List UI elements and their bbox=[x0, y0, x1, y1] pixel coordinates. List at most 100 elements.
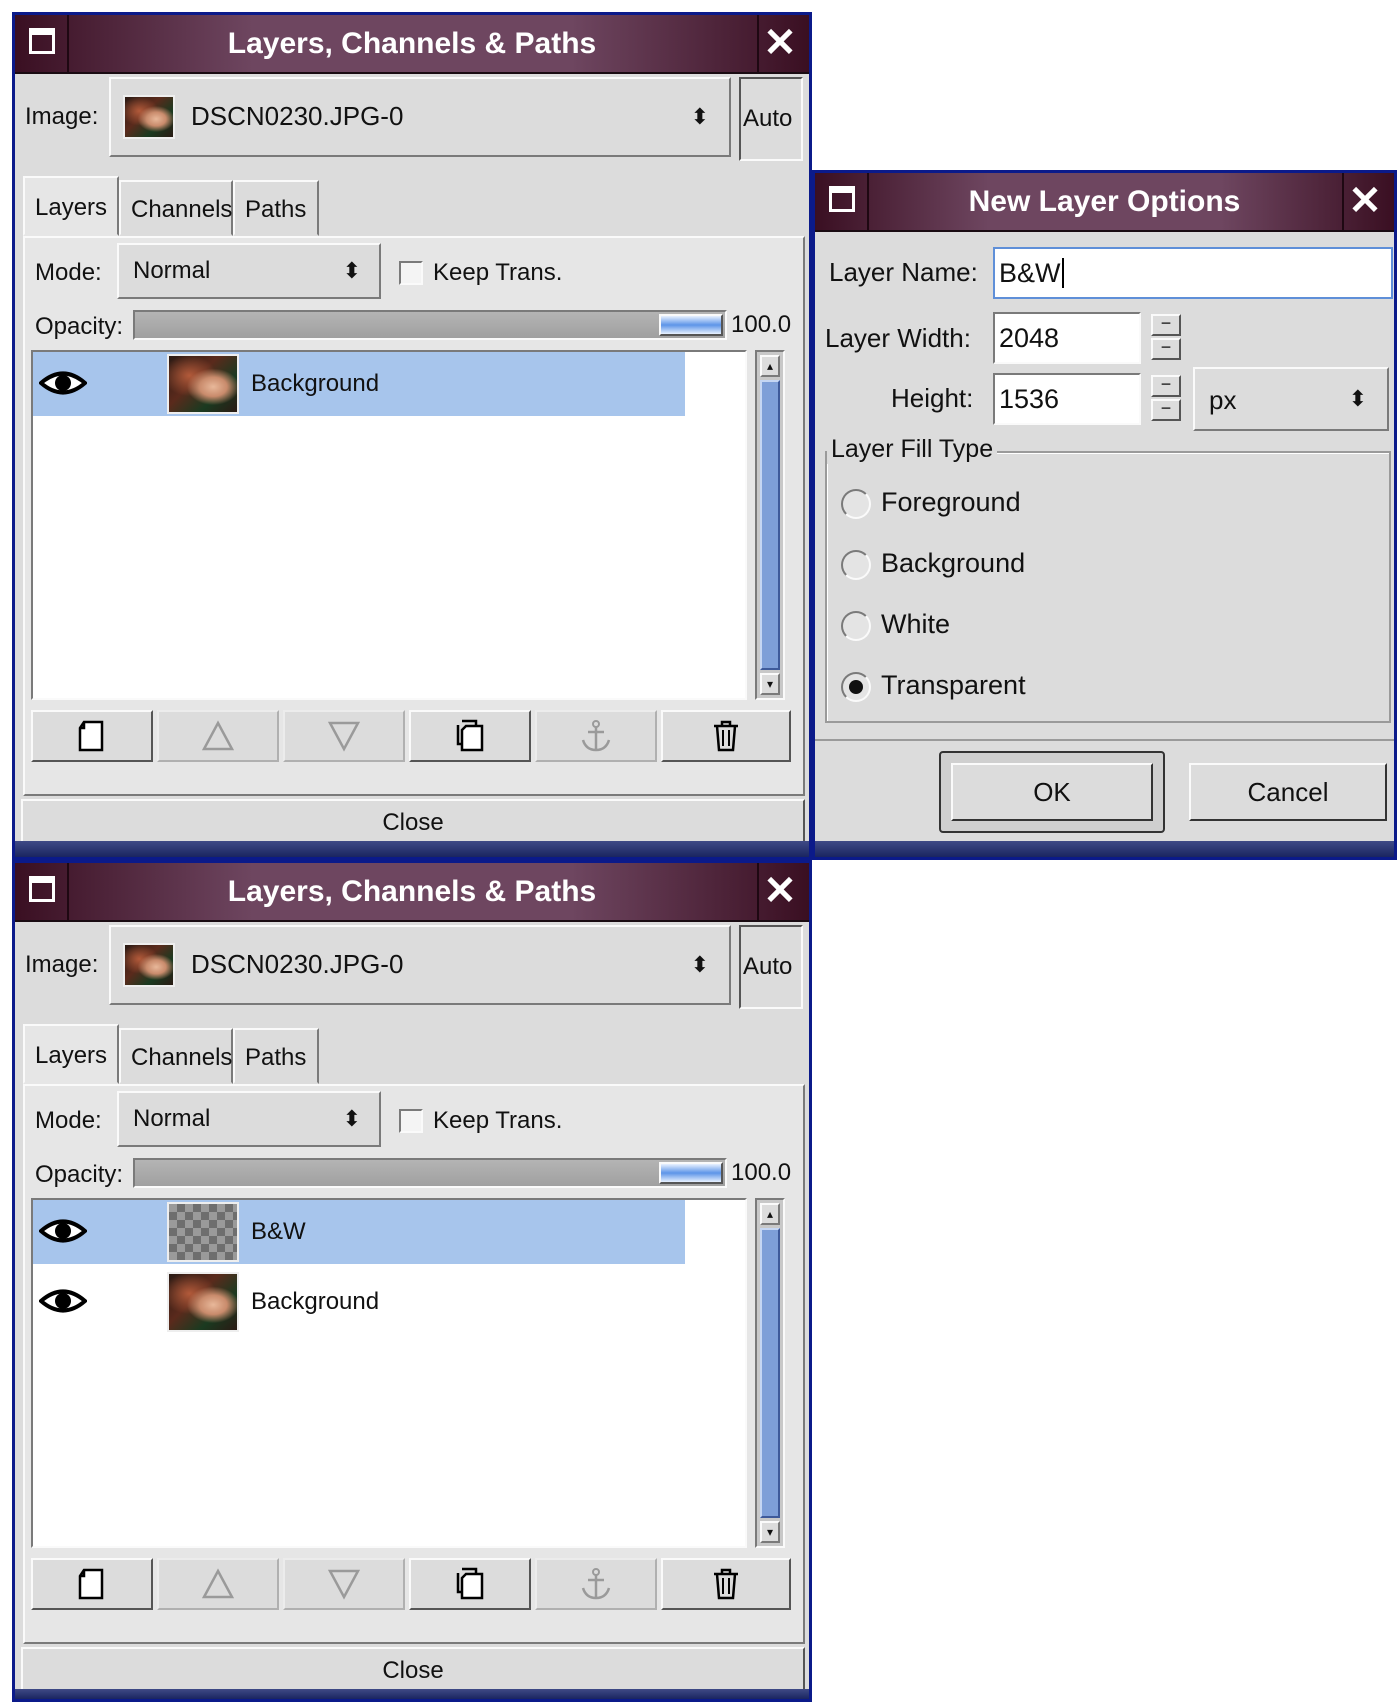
layer-row[interactable]: B&W bbox=[33, 1200, 685, 1264]
keep-trans-checkbox[interactable] bbox=[399, 1109, 423, 1133]
tab-paths[interactable]: Paths bbox=[233, 1028, 319, 1084]
radio-foreground[interactable] bbox=[841, 489, 871, 519]
titlebar[interactable]: New Layer Options ✕ bbox=[815, 173, 1394, 232]
layer-row[interactable]: Background bbox=[33, 1270, 685, 1334]
cancel-button-label: Cancel bbox=[1247, 777, 1329, 807]
scroll-down-icon[interactable]: ▾ bbox=[760, 673, 780, 695]
close-icon[interactable]: ✕ bbox=[1348, 173, 1382, 230]
tab-channels[interactable]: Channels bbox=[119, 180, 233, 236]
scroll-up-icon[interactable]: ▴ bbox=[760, 1203, 780, 1225]
spin-down-icon[interactable]: − bbox=[1151, 338, 1181, 360]
image-combo[interactable]: DSCN0230.JPG-0 ⬍ bbox=[109, 77, 731, 157]
keep-trans-checkbox[interactable] bbox=[399, 261, 423, 285]
duplicate-layer-button[interactable] bbox=[409, 1558, 531, 1610]
layer-height-value: 1536 bbox=[999, 383, 1060, 414]
layers-scrollbar[interactable]: ▴ ▾ bbox=[755, 350, 785, 700]
image-thumbnail bbox=[123, 95, 175, 139]
tab-channels[interactable]: Channels bbox=[119, 1028, 233, 1084]
mode-select[interactable]: Normal ⬍ bbox=[117, 1091, 381, 1147]
scroll-down-icon[interactable]: ▾ bbox=[760, 1521, 780, 1543]
titlebar[interactable]: Layers, Channels & Paths ✕ bbox=[15, 15, 809, 74]
tab-layers[interactable]: Layers bbox=[23, 1024, 119, 1084]
raise-layer-button[interactable] bbox=[157, 1558, 279, 1610]
opacity-slider[interactable] bbox=[133, 310, 727, 340]
radio-background[interactable] bbox=[841, 550, 871, 580]
image-combo[interactable]: DSCN0230.JPG-0 ⬍ bbox=[109, 925, 731, 1005]
layers-list[interactable]: B&W Background bbox=[31, 1198, 747, 1548]
lower-layer-button[interactable] bbox=[283, 1558, 405, 1610]
opacity-slider-handle[interactable] bbox=[659, 314, 723, 336]
layer-width-input[interactable]: 2048 bbox=[993, 312, 1141, 364]
anchor-layer-button[interactable] bbox=[535, 710, 657, 762]
spin-down-icon[interactable]: − bbox=[1151, 399, 1181, 421]
titlebar[interactable]: Layers, Channels & Paths ✕ bbox=[15, 863, 809, 922]
window-title: New Layer Options bbox=[968, 185, 1241, 218]
tab-paths[interactable]: Paths bbox=[233, 180, 319, 236]
layers-list[interactable]: Background bbox=[31, 350, 747, 700]
lower-layer-button[interactable] bbox=[283, 710, 405, 762]
radio-foreground-label: Foreground bbox=[881, 487, 1021, 517]
layer-height-input[interactable]: 1536 bbox=[993, 373, 1141, 425]
unit-select[interactable]: px ⬍ bbox=[1193, 367, 1389, 431]
window-menu-icon[interactable] bbox=[829, 186, 855, 212]
updown-arrows-icon: ⬍ bbox=[342, 258, 361, 283]
eye-icon[interactable] bbox=[39, 368, 87, 398]
radio-transparent[interactable] bbox=[841, 672, 871, 702]
titlebar-separator bbox=[757, 15, 759, 72]
layer-name-label: Layer Name: bbox=[829, 257, 978, 287]
new-layer-button[interactable] bbox=[31, 1558, 153, 1610]
scrollbar-thumb[interactable] bbox=[760, 380, 780, 670]
ok-button[interactable]: OK bbox=[951, 763, 1153, 821]
window-frame-bottom bbox=[15, 1689, 809, 1699]
window-frame-bottom bbox=[815, 841, 1394, 857]
close-icon[interactable]: ✕ bbox=[763, 863, 797, 920]
auto-button[interactable]: Auto bbox=[739, 925, 803, 1009]
layer-row[interactable]: Background bbox=[33, 352, 685, 416]
window-frame-bottom bbox=[15, 841, 809, 857]
width-spinner[interactable]: − − bbox=[1151, 314, 1181, 360]
close-icon[interactable]: ✕ bbox=[763, 15, 797, 72]
window-menu-icon[interactable] bbox=[29, 28, 55, 54]
delete-layer-button[interactable] bbox=[661, 1558, 791, 1610]
close-button-label: Close bbox=[382, 809, 444, 836]
layer-name: B&W bbox=[251, 1218, 306, 1245]
spin-up-icon[interactable]: − bbox=[1151, 375, 1181, 397]
layers-scrollbar[interactable]: ▴ ▾ bbox=[755, 1198, 785, 1548]
layer-name-input[interactable]: B&W bbox=[993, 247, 1393, 299]
new-layer-button[interactable] bbox=[31, 710, 153, 762]
layer-width-value: 2048 bbox=[999, 322, 1060, 353]
duplicate-layer-button[interactable] bbox=[409, 710, 531, 762]
duplicate-layer-icon bbox=[456, 719, 484, 752]
tab-layers[interactable]: Layers bbox=[23, 176, 119, 236]
layers-dialog-top: Layers, Channels & Paths ✕ Image: DSCN02… bbox=[12, 12, 812, 860]
auto-label: Auto bbox=[743, 953, 793, 980]
raise-layer-button[interactable] bbox=[157, 710, 279, 762]
titlebar-separator bbox=[757, 863, 759, 920]
eye-icon[interactable] bbox=[39, 1216, 87, 1246]
eye-icon[interactable] bbox=[39, 1286, 87, 1316]
mode-label: Mode: bbox=[35, 259, 102, 286]
cancel-button[interactable]: Cancel bbox=[1189, 763, 1387, 821]
opacity-slider-handle[interactable] bbox=[659, 1162, 723, 1184]
scrollbar-thumb[interactable] bbox=[760, 1228, 780, 1518]
opacity-value: 100.0 bbox=[731, 311, 792, 338]
mode-select[interactable]: Normal ⬍ bbox=[117, 243, 381, 299]
close-button[interactable]: Close bbox=[21, 1647, 805, 1691]
spin-up-icon[interactable]: − bbox=[1151, 314, 1181, 336]
anchor-layer-button[interactable] bbox=[535, 1558, 657, 1610]
text-cursor bbox=[1061, 258, 1064, 288]
layer-name: Background bbox=[251, 1288, 380, 1315]
layer-thumbnail bbox=[167, 1202, 239, 1262]
opacity-slider[interactable] bbox=[133, 1158, 727, 1188]
close-button[interactable]: Close bbox=[21, 799, 805, 843]
scroll-up-icon[interactable]: ▴ bbox=[760, 355, 780, 377]
height-spinner[interactable]: − − bbox=[1151, 375, 1181, 421]
auto-button[interactable]: Auto bbox=[739, 77, 803, 161]
window-menu-icon[interactable] bbox=[29, 876, 55, 902]
anchor-icon bbox=[581, 720, 611, 752]
delete-layer-button[interactable] bbox=[661, 710, 791, 762]
updown-arrows-icon: ⬍ bbox=[1348, 386, 1367, 411]
ok-button-label: OK bbox=[1033, 777, 1071, 807]
radio-white[interactable] bbox=[841, 611, 871, 641]
delete-icon bbox=[714, 1568, 738, 1600]
